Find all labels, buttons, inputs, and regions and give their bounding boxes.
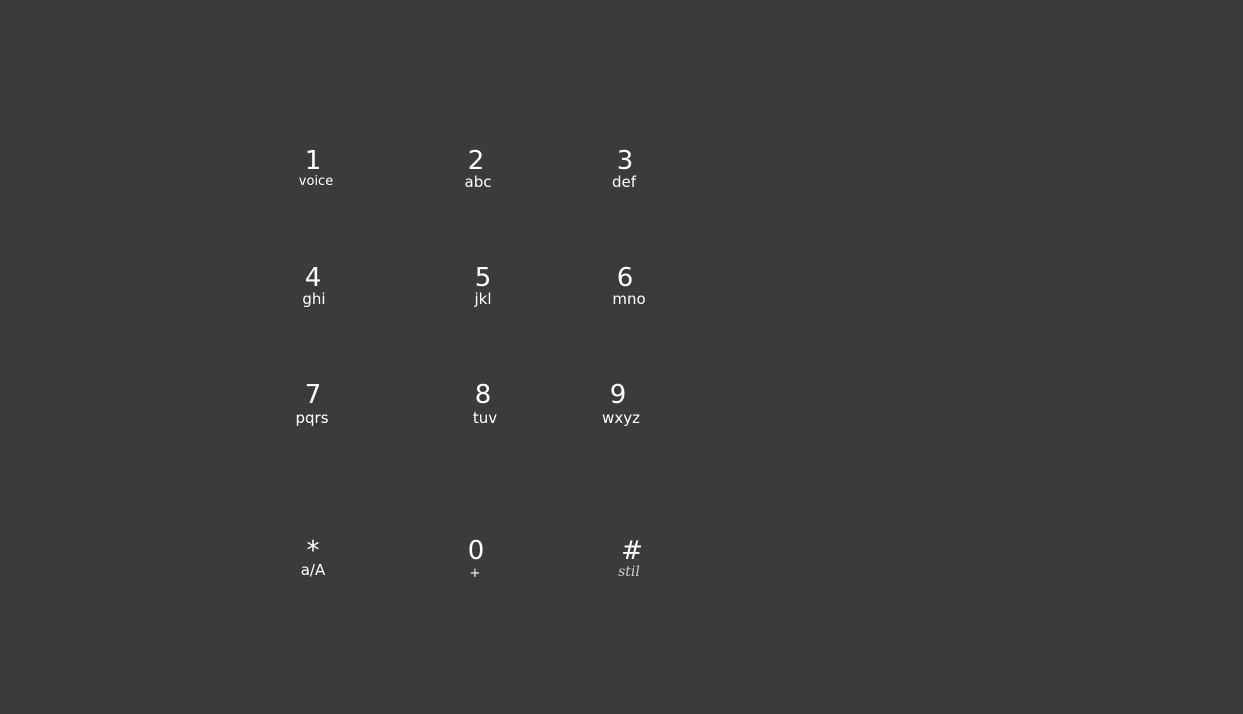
keypad: 1 voice 2 abc 3 def 4 ghi 5 jkl 6 mno 7 … (0, 0, 1243, 714)
key-letters: ghi (302, 290, 326, 308)
key-7[interactable]: 7 pqrs (268, 382, 358, 442)
key-letters: stil (618, 564, 640, 580)
key-letters: jkl (474, 290, 492, 308)
key-8[interactable]: 8 tuv (438, 382, 528, 442)
key-letters: a/A (300, 561, 326, 579)
key-digit: 3 (616, 146, 634, 176)
key-digit: 2 (467, 146, 485, 176)
key-digit: 0 (467, 536, 485, 566)
key-digit: 5 (474, 263, 492, 293)
key-1[interactable]: 1 voice (268, 148, 358, 208)
key-letters: tuv (472, 409, 498, 427)
key-3[interactable]: 3 def (580, 148, 670, 208)
key-9[interactable]: 9 wxyz (573, 382, 663, 442)
key-letters: voice (298, 174, 334, 189)
key-0[interactable]: 0 + (431, 538, 521, 598)
key-digit: 9 (609, 380, 627, 410)
key-digit: 4 (304, 263, 322, 293)
key-digit: 7 (304, 380, 322, 410)
key-letters: mno (612, 290, 646, 308)
key-4[interactable]: 4 ghi (268, 265, 358, 325)
key-letters: def (611, 173, 637, 191)
key-letters: + (469, 566, 481, 581)
key-hash[interactable]: # stil (587, 538, 677, 598)
key-5[interactable]: 5 jkl (438, 265, 528, 325)
key-digit: 6 (616, 263, 634, 293)
key-letters: wxyz (602, 409, 640, 427)
key-6[interactable]: 6 mno (580, 265, 670, 325)
key-star[interactable]: * a/A (268, 538, 358, 598)
key-digit: # (621, 536, 643, 566)
key-digit: 8 (474, 380, 492, 410)
key-letters: abc (464, 173, 492, 191)
key-digit: 1 (304, 146, 322, 176)
key-2[interactable]: 2 abc (431, 148, 521, 208)
key-letters: pqrs (295, 409, 329, 427)
